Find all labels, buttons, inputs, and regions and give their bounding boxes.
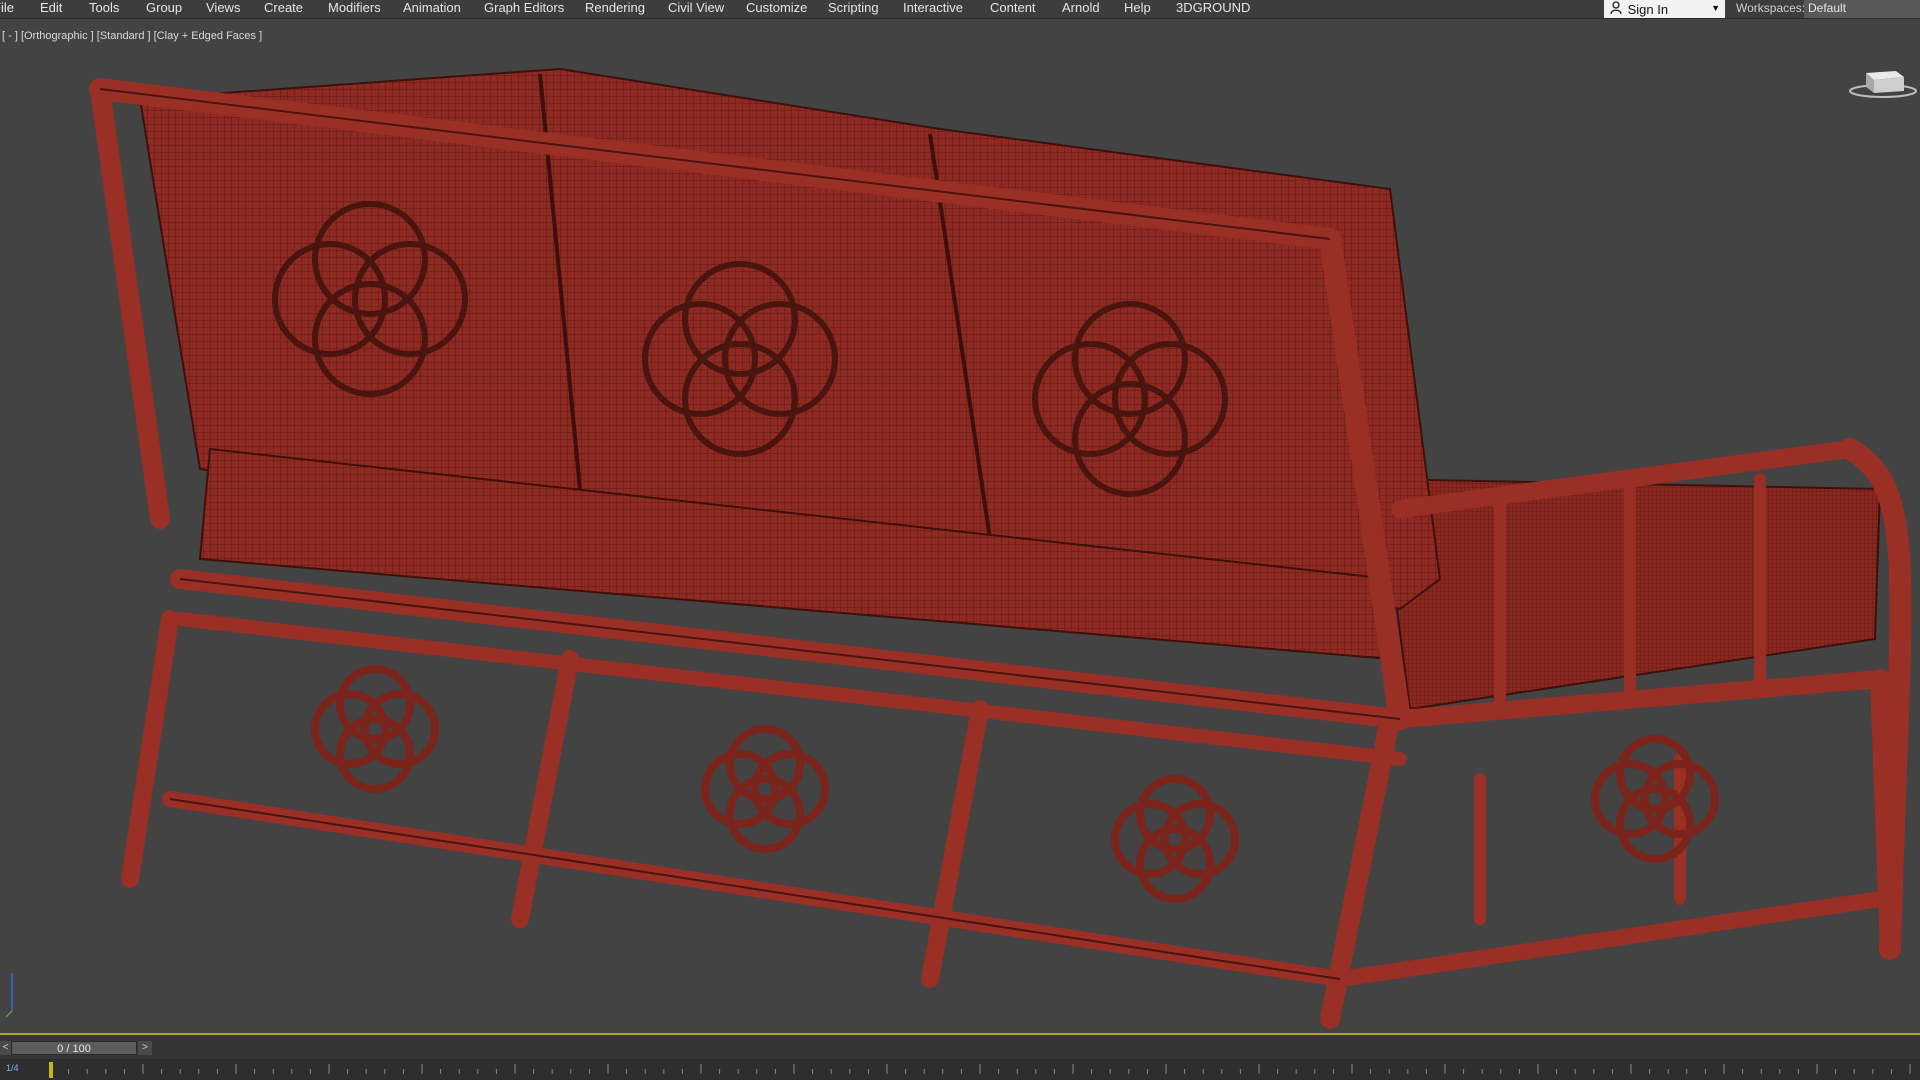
menu-animation[interactable]: Animation <box>403 0 461 18</box>
workspaces-select[interactable]: Default <box>1804 0 1920 18</box>
menu-file[interactable]: File <box>0 0 14 18</box>
workspaces-label: Workspaces: <box>1736 1 1806 15</box>
menu-customize[interactable]: Customize <box>746 0 807 18</box>
menu-modifiers[interactable]: Modifiers <box>328 0 381 18</box>
sign-in-button[interactable]: Sign In ▼ <box>1604 0 1725 18</box>
menu-graph-editors[interactable]: Graph Editors <box>484 0 564 18</box>
menu-interactive[interactable]: Interactive <box>903 0 963 18</box>
menu-arnold[interactable]: Arnold <box>1062 0 1100 18</box>
menu-3dground[interactable]: 3DGROUND <box>1176 0 1250 18</box>
current-frame-marker[interactable] <box>49 1062 53 1078</box>
menu-bar: File Edit Tools Group Views Create Modif… <box>0 0 1920 19</box>
menu-scripting[interactable]: Scripting <box>828 0 879 18</box>
time-prev-button[interactable]: < <box>0 1041 11 1055</box>
menu-views[interactable]: Views <box>206 0 240 18</box>
menu-edit[interactable]: Edit <box>40 0 62 18</box>
chevron-down-icon: ▼ <box>1711 3 1720 13</box>
sign-in-label: Sign In <box>1627 2 1669 18</box>
time-next-button[interactable]: > <box>138 1041 152 1055</box>
menu-content[interactable]: Content <box>990 0 1036 18</box>
time-slider-bar: < 0 / 100 > <box>0 1035 1920 1059</box>
time-slider[interactable]: 0 / 100 <box>11 1041 137 1055</box>
menu-group[interactable]: Group <box>146 0 182 18</box>
trackbar-scale[interactable] <box>0 1059 1920 1080</box>
user-icon <box>1610 0 1622 19</box>
menu-help[interactable]: Help <box>1124 0 1151 18</box>
sofa-model[interactable] <box>0 19 1920 1033</box>
menu-civil-view[interactable]: Civil View <box>668 0 724 18</box>
axis-gizmo-icon <box>5 973 13 1018</box>
menu-create[interactable]: Create <box>264 0 303 18</box>
viewcube-icon[interactable] <box>1848 63 1918 99</box>
menu-rendering[interactable]: Rendering <box>585 0 645 18</box>
perspective-viewport[interactable]: [ - ] [Orthographic ] [Standard ] [Clay … <box>0 19 1920 1033</box>
curve-editor-icon[interactable]: 1/4 <box>6 1063 19 1073</box>
menu-tools[interactable]: Tools <box>89 0 119 18</box>
track-bar[interactable]: 1/4 <box>0 1059 1920 1080</box>
